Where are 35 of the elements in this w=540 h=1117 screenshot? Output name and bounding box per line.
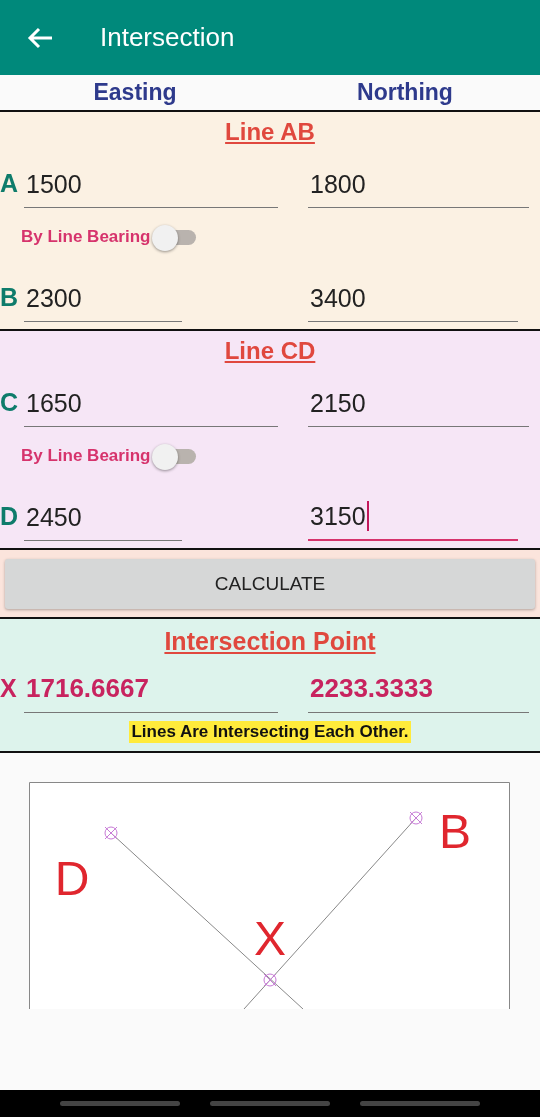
point-label: B bbox=[439, 805, 471, 858]
result-field: 2233.3333 bbox=[308, 674, 529, 713]
column-header: Easting bbox=[93, 79, 177, 106]
point-label: B bbox=[0, 283, 20, 313]
toggle-label: By Line Bearing bbox=[21, 446, 151, 466]
point-marker bbox=[104, 826, 118, 840]
point-label: C bbox=[0, 388, 20, 418]
point-label: D bbox=[0, 502, 20, 532]
calculate-button[interactable]: CALCULATE bbox=[5, 559, 535, 609]
input-field[interactable]: 1650 bbox=[24, 388, 278, 427]
input-field[interactable]: 1800 bbox=[308, 169, 529, 208]
window-title: Intersection bbox=[100, 22, 235, 53]
input-field[interactable]: 2150 bbox=[308, 388, 529, 427]
status-message: Lines Are Intersecting Each Other. bbox=[129, 721, 411, 743]
input-field[interactable]: 1500 bbox=[24, 169, 278, 208]
point-label: A bbox=[0, 169, 20, 199]
nav-handle[interactable] bbox=[60, 1101, 180, 1106]
section-title: Line AB bbox=[225, 118, 315, 146]
input-field[interactable]: 3150 bbox=[308, 501, 518, 541]
result-field: 1716.6667 bbox=[24, 674, 278, 713]
section-title: Line CD bbox=[224, 337, 316, 365]
point-label: D bbox=[54, 852, 90, 905]
point-marker bbox=[409, 811, 423, 825]
nav-handle[interactable] bbox=[210, 1101, 330, 1106]
back-icon[interactable] bbox=[26, 25, 54, 50]
point-marker bbox=[263, 973, 277, 987]
point-label: X bbox=[254, 912, 286, 965]
toggle-label: By Line Bearing bbox=[21, 227, 151, 247]
point-label: X bbox=[0, 674, 18, 704]
input-field[interactable]: 2300 bbox=[24, 283, 182, 322]
input-field[interactable]: 3400 bbox=[308, 283, 518, 322]
section-title: Intersection Point bbox=[164, 626, 376, 656]
column-header: Northing bbox=[357, 79, 453, 106]
nav-handle[interactable] bbox=[360, 1101, 480, 1106]
input-field[interactable]: 2450 bbox=[24, 502, 182, 541]
